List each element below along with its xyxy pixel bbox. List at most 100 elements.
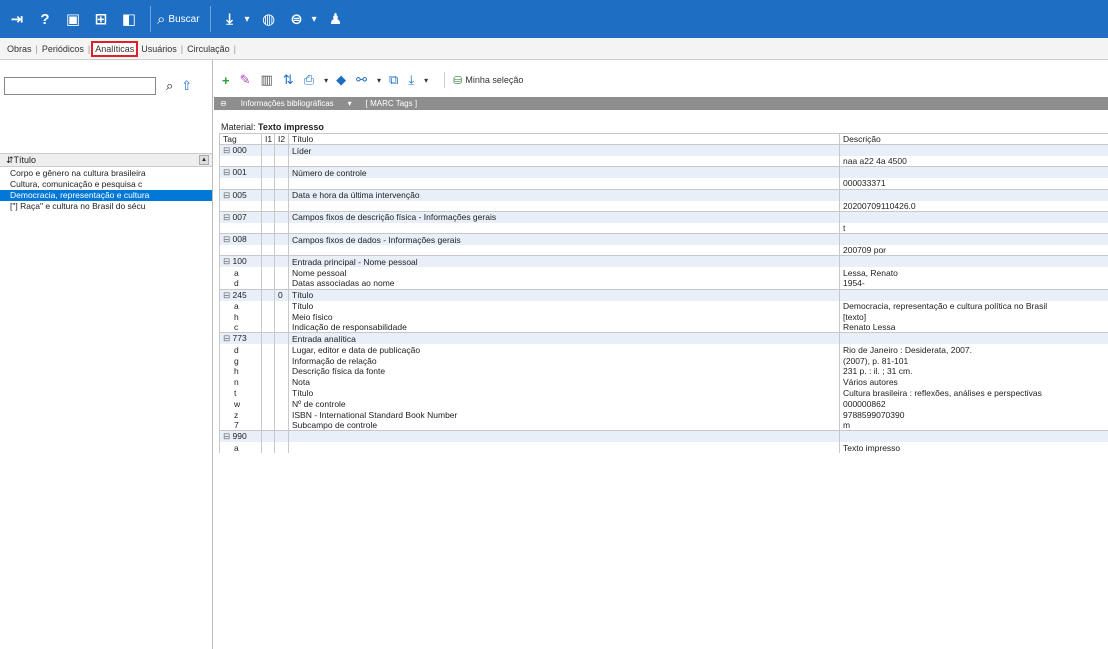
table-row[interactable]: h Meio físico [texto] (219, 311, 1108, 323)
copy-icon[interactable]: ⧉ (389, 72, 398, 88)
col-description[interactable]: Descrição (839, 133, 1108, 145)
list-item[interactable]: Democracia, representação e cultura (0, 190, 212, 201)
table-row[interactable]: 005 Data e hora da última intervenção (219, 188, 1108, 201)
tab-usuarios[interactable]: Usuários (138, 42, 180, 56)
table-row[interactable]: h Descrição física da fonte 231 p. : il. ;… (219, 366, 1108, 377)
table-row[interactable]: 100 Entrada principal - Nome pessoal (219, 255, 1108, 268)
tab-periodicos[interactable]: Periódicos (39, 42, 87, 56)
help-icon[interactable]: ? (32, 6, 58, 32)
table-row[interactable]: n Nota Vários autores (219, 376, 1108, 388)
tag-icon[interactable]: ◆ (336, 72, 346, 88)
col-title[interactable]: Título (288, 133, 840, 145)
description-cell: Lessa, Renato (839, 267, 1108, 279)
col-tag[interactable]: Tag (219, 133, 262, 145)
chevron-down-icon[interactable]: ▾ (348, 99, 352, 108)
ind1-cell (261, 355, 275, 367)
table-row[interactable]: naa a22 4a 4500 (219, 156, 1108, 167)
tag-cell: g (219, 355, 262, 367)
chevron-down-icon[interactable]: ▾ (377, 76, 381, 85)
list-item[interactable]: ["] Raça" e cultura no Brasil do sécu (0, 201, 212, 212)
table-row[interactable]: 000033371 (219, 178, 1108, 190)
chevron-down-icon[interactable]: ▾ (312, 14, 317, 25)
marc-tags-label[interactable]: [ MARC Tags ] (366, 99, 417, 108)
export-icon[interactable]: ⤓ (217, 6, 243, 32)
report-icon[interactable]: ⊞ (88, 6, 114, 32)
table-row[interactable]: t (219, 222, 1108, 234)
table-row[interactable]: a Título Democracia, representação e cultu… (219, 300, 1108, 312)
title-cell: Título (288, 387, 840, 399)
table-row[interactable]: 001 Número de controle (219, 166, 1108, 179)
tab-analiticas[interactable]: Analíticas (91, 40, 139, 57)
sort-icon[interactable]: ⇅ (283, 72, 294, 88)
ind1-cell (261, 267, 275, 279)
globe-icon[interactable]: ◍ (256, 6, 282, 32)
tab-circulacao[interactable]: Circulação (184, 42, 233, 56)
col-i2[interactable]: I2 (274, 133, 289, 145)
table-row[interactable]: 20200709110426.0 (219, 200, 1108, 212)
ind1-cell (261, 255, 275, 268)
print-icon[interactable]: ⎙ (304, 72, 314, 88)
description-cell (839, 332, 1108, 345)
table-row[interactable]: 773 Entrada analítica (219, 332, 1108, 345)
collapse-icon[interactable]: ⊖ (220, 99, 227, 108)
list-item[interactable]: Cultura, comunicação e pesquisa c (0, 179, 212, 190)
description-cell: 231 p. : il. ; 31 cm. (839, 366, 1108, 377)
table-row[interactable]: z ISBN - International Standard Book Numb… (219, 409, 1108, 421)
tag-cell: d (219, 344, 262, 356)
record-icon[interactable]: ◧ (116, 6, 142, 32)
table-row[interactable]: w Nº de controle 000000862 (219, 398, 1108, 410)
basket-icon: ⛁ (453, 74, 463, 87)
save-icon[interactable]: ▣ (60, 6, 86, 32)
title-cell: Nota (288, 376, 840, 388)
table-row[interactable]: d Lugar, editor e data de publicação Rio d… (219, 344, 1108, 356)
chevron-down-icon[interactable]: ▾ (245, 14, 250, 25)
title-cell (288, 245, 840, 256)
search-input[interactable] (4, 77, 156, 95)
title-cell: Entrada analítica (288, 332, 840, 345)
globe2-icon[interactable]: ⊜ (284, 6, 310, 32)
table-row[interactable]: 000 Líder (219, 144, 1108, 156)
table-row[interactable]: 200709 por (219, 245, 1108, 256)
table-row[interactable]: d Datas associadas ao nome 1954- (219, 278, 1108, 290)
toolbar-divider (209, 6, 211, 32)
tab-obras[interactable]: Obras (4, 42, 35, 56)
table-row[interactable]: a Texto impresso (219, 442, 1108, 454)
table-row[interactable]: 008 Campos fixos de dados - Informações g… (219, 233, 1108, 246)
table-row[interactable]: 245 0Título (219, 288, 1108, 301)
title-cell: Nome pessoal (288, 267, 840, 279)
title-cell: Informação de relação (288, 355, 840, 367)
table-row[interactable]: g Informação de relação (2007), p. 81-101 (219, 355, 1108, 367)
table-row[interactable]: t Título Cultura brasileira : reflexões, a… (219, 387, 1108, 399)
chevron-down-icon[interactable]: ▾ (424, 76, 428, 85)
ind1-cell (261, 188, 275, 201)
title-cell: Descrição física da fonte (288, 366, 840, 377)
delete-icon[interactable]: ▥ (261, 72, 273, 88)
ind2-cell (274, 430, 289, 443)
users-icon[interactable]: ♟ (323, 6, 349, 32)
col-i1[interactable]: I1 (261, 133, 275, 145)
chevron-down-icon[interactable]: ▲ (199, 155, 209, 165)
table-row[interactable]: 990 (219, 430, 1108, 443)
list-item[interactable]: Corpo e gênero na cultura brasileira (0, 168, 212, 179)
exit-icon[interactable]: ⇥ (4, 6, 30, 32)
add-icon[interactable]: + (222, 73, 230, 88)
my-selection-button[interactable]: ⛁ Minha seleção (453, 74, 523, 87)
table-row[interactable]: c Indicação de responsabilidade Renato Les… (219, 322, 1108, 333)
table-row[interactable]: a Nome pessoal Lessa, Renato (219, 267, 1108, 279)
ind1-cell (261, 420, 275, 431)
export-icon[interactable]: ⤓ (408, 72, 414, 88)
binoculars-icon[interactable]: ⌕ (166, 78, 173, 94)
description-cell (839, 210, 1108, 223)
view-selector[interactable]: Informações bibliográficas (241, 99, 334, 108)
title-cell: Título (288, 288, 840, 301)
table-row[interactable]: 007 Campos fixos de descrição física - In… (219, 210, 1108, 223)
binoculars-icon[interactable]: ⚯ (356, 72, 367, 88)
table-row[interactable]: 7 Subcampo de controle m (219, 420, 1108, 431)
chevron-down-icon[interactable]: ▾ (324, 76, 328, 85)
title-column-header[interactable]: ⇵ Título ▲ (0, 153, 212, 167)
clear-search-icon[interactable]: ⇧ (181, 78, 192, 94)
tag-cell: h (219, 311, 262, 323)
search-button[interactable]: ⌕ Buscar (157, 11, 200, 28)
ind2-cell (274, 355, 289, 367)
edit-icon[interactable]: ✎ (240, 72, 251, 88)
